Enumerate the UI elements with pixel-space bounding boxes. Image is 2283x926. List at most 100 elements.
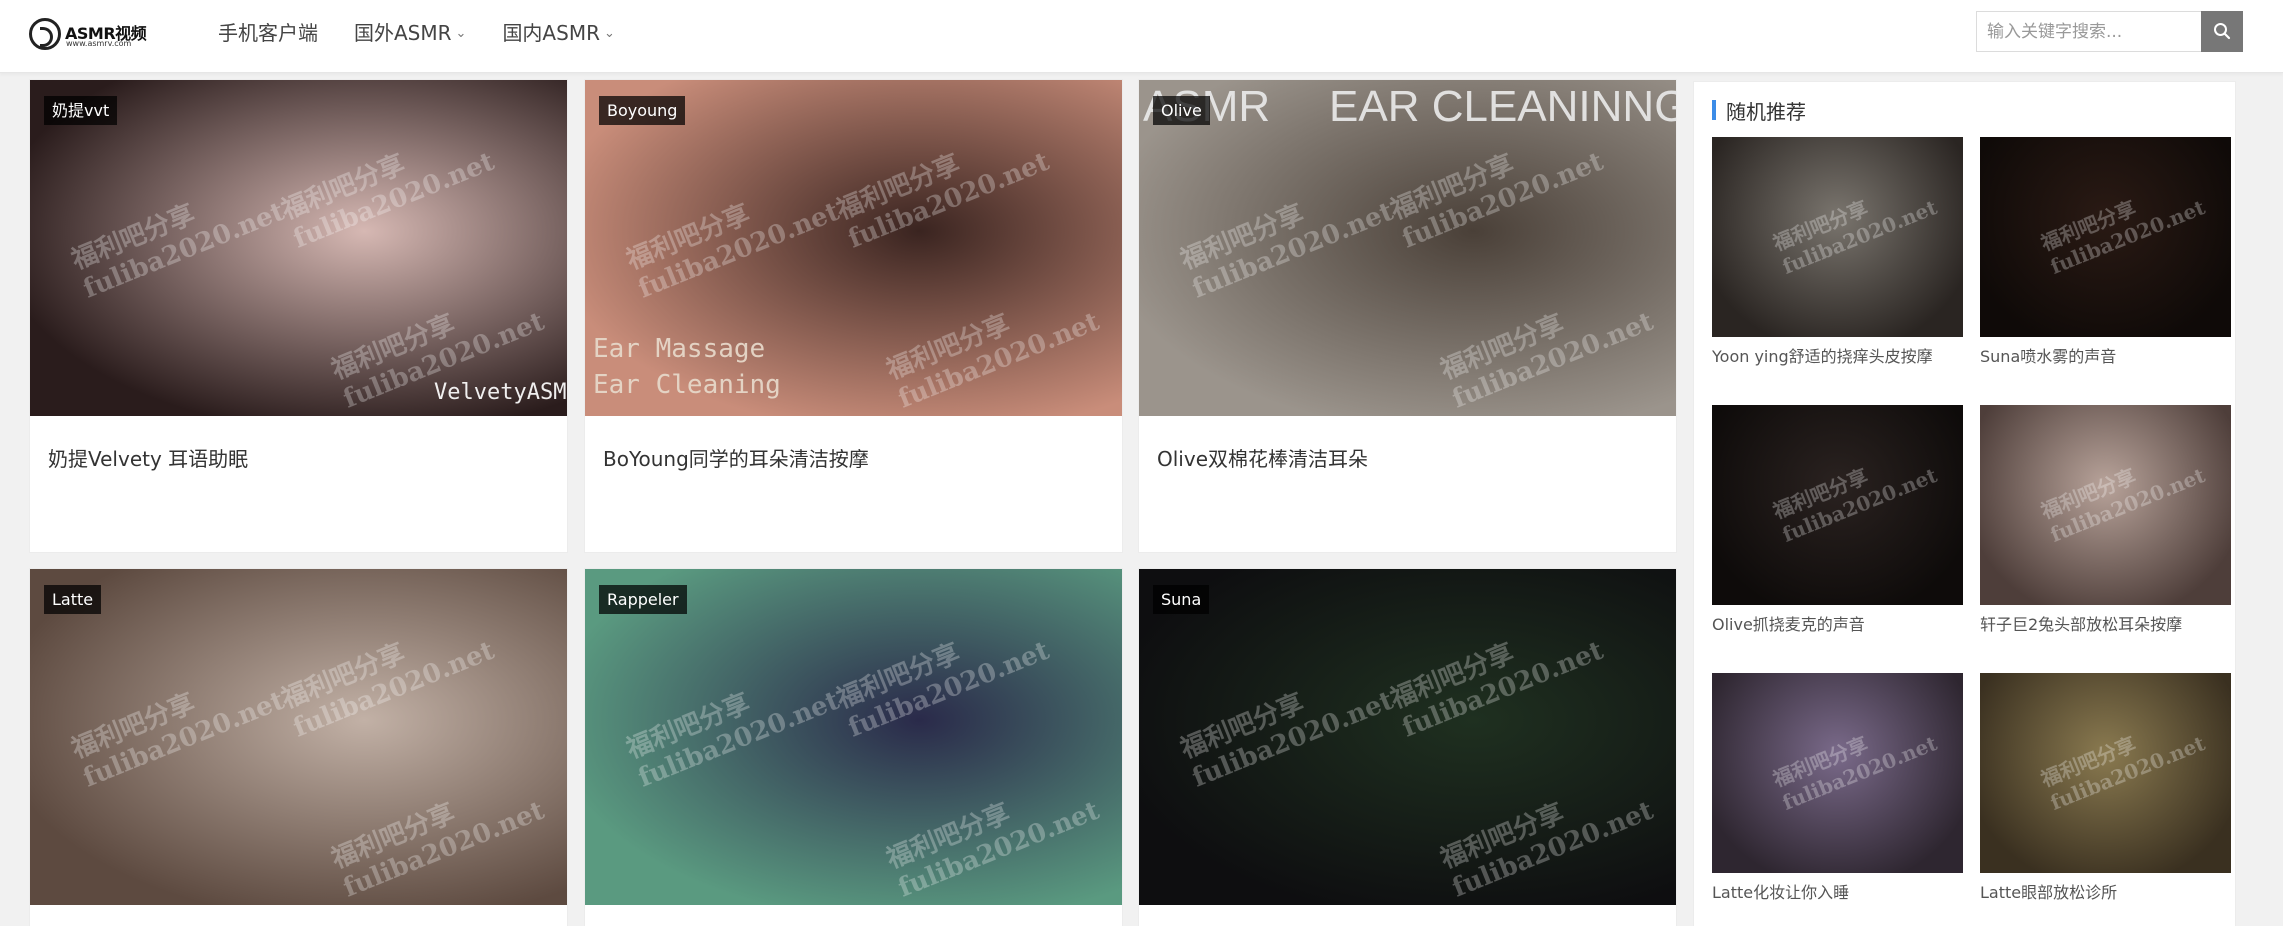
recommend-item[interactable]: 福利吧分享 fuliba2020.net Latte眼部放松诊所 — [1980, 673, 2231, 913]
post-title[interactable]: BoYoung同学的耳朵清洁按摩 — [603, 443, 869, 472]
watermark-line: fuliba2020.net — [1778, 731, 1941, 815]
recommend-item[interactable]: 福利吧分享 fuliba2020.net Yoon ying舒适的挠痒头皮按摩 — [1712, 137, 1963, 377]
recommend-item[interactable]: 福利吧分享 fuliba2020.net Suna喷水雾的声音 — [1980, 137, 2231, 377]
nav-foreign-asmr[interactable]: 国外ASMR ⌄ — [354, 17, 466, 46]
site-logo[interactable]: ASMR视频 www.asmrv.com — [29, 16, 149, 56]
post-card[interactable]: 福利吧分享 fuliba2020.net 福利吧分享 fuliba2020.net 福利… — [29, 568, 568, 926]
category-tag[interactable]: Suna — [1153, 585, 1210, 614]
main-nav: 手机客户端 国外ASMR ⌄ 国内ASMR ⌄ — [218, 0, 651, 63]
watermark-line: 福利吧分享 — [327, 309, 460, 386]
logo-icon — [29, 18, 61, 50]
category-tag[interactable]: Olive — [1153, 96, 1210, 125]
watermark-line: fuliba2020.net — [1398, 146, 1608, 255]
watermark-line: fuliba2020.net — [289, 146, 499, 255]
recommend-item[interactable]: 福利吧分享 fuliba2020.net Latte化妆让你入睡 — [1712, 673, 1963, 913]
watermark-text: 福利吧分享 fuliba2020.net — [1174, 162, 1397, 305]
watermark-text: 福利吧分享 fuliba2020.net — [1174, 651, 1398, 794]
watermark-text: 福利吧分享 fuliba2020.net — [880, 761, 1103, 904]
watermark-line: 福利吧分享 — [622, 688, 755, 765]
category-tag[interactable]: 奶提vvt — [44, 96, 118, 125]
watermark-line: 福利吧分享 — [1386, 638, 1519, 715]
watermark-line: fuliba2020.net — [289, 635, 499, 744]
category-tag[interactable]: Rappeler — [599, 585, 687, 614]
recommend-item[interactable]: 福利吧分享 fuliba2020.net Olive抓挠麦克的声音 — [1712, 405, 1963, 645]
watermark-line: fuliba2020.net — [844, 635, 1054, 744]
post-thumbnail[interactable]: 福利吧分享 fuliba2020.net 福利吧分享 fuliba2020.net 福利… — [30, 569, 567, 905]
post-title[interactable]: Olive双棉花棒清洁耳朵 — [1157, 443, 1368, 472]
watermark-text: 福利吧分享 fuliba2020.net — [880, 272, 1103, 415]
recommend-thumbnail[interactable]: 福利吧分享 fuliba2020.net — [1712, 405, 1963, 605]
watermark-line: fuliba2020.net — [634, 196, 844, 305]
post-card[interactable]: 福利吧分享 fuliba2020.net 福利吧分享 fuliba2020.net 福利… — [584, 568, 1123, 926]
recommend-title[interactable]: Olive抓挠麦克的声音 — [1712, 611, 1865, 635]
search-button[interactable] — [2201, 11, 2243, 52]
watermark-line: fuliba2020.net — [1448, 795, 1658, 904]
logo-subtitle: www.asmrv.com — [66, 39, 132, 48]
watermark-line: fuliba2020.net — [79, 196, 289, 305]
watermark-line: 福利吧分享 — [67, 688, 200, 765]
recommend-thumbnail[interactable]: 福利吧分享 fuliba2020.net — [1980, 673, 2231, 873]
post-card[interactable]: Ear Massage Ear Cleaning 福利吧分享 fuliba2020.n… — [584, 79, 1123, 553]
watermark-line: 福利吧分享 — [277, 638, 410, 715]
post-thumbnail[interactable]: 福利吧分享 fuliba2020.net 福利吧分享 fuliba2020.net 福利… — [585, 569, 1122, 905]
watermark-line: fuliba2020.net — [844, 146, 1054, 255]
recommend-thumbnail[interactable]: 福利吧分享 fuliba2020.net — [1712, 137, 1963, 337]
watermark-text: 福利吧分享 fuliba2020.net — [1768, 168, 1941, 279]
watermark-line: 福利吧分享 — [882, 309, 1015, 386]
post-thumbnail[interactable]: Ear Massage Ear Cleaning 福利吧分享 fuliba2020.n… — [585, 80, 1122, 416]
watermark-line: 福利吧分享 — [2037, 731, 2140, 792]
watermark-text: 福利吧分享 fuliba2020.net — [830, 112, 1054, 255]
recommend-title[interactable]: Latte眼部放松诊所 — [1980, 879, 2117, 903]
watermark-text: 福利吧分享 fuliba2020.net — [1768, 436, 1941, 547]
nav-domestic-asmr[interactable]: 国内ASMR ⌄ — [502, 17, 614, 46]
watermark-line: fuliba2020.net — [634, 685, 844, 794]
thumbnail-caption: EAR CLEANINNG — [1329, 82, 1677, 131]
nav-label: 手机客户端 — [218, 21, 318, 45]
nav-mobile-client[interactable]: 手机客户端 — [218, 17, 318, 46]
watermark-text: 福利吧分享 fuliba2020.net — [620, 162, 844, 305]
watermark-line: fuliba2020.net — [1188, 685, 1398, 794]
recommend-thumbnail[interactable]: 福利吧分享 fuliba2020.net — [1980, 405, 2231, 605]
watermark-line: 福利吧分享 — [2037, 463, 2140, 524]
post-thumbnail[interactable]: 福利吧分享 fuliba2020.net 福利吧分享 fuliba2020.net 福利… — [1139, 569, 1676, 905]
watermark-line: 福利吧分享 — [277, 149, 410, 226]
recommend-title[interactable]: Suna喷水雾的声音 — [1980, 343, 2116, 367]
nav-label: 国外ASMR — [354, 21, 452, 45]
post-thumbnail[interactable]: ASMREAR CLEANINNG福利吧分享fuliba2020.net福利吧分… — [1139, 80, 1677, 416]
watermark-line: fuliba2020.net — [1398, 635, 1608, 744]
post-card[interactable]: VelvetyASM 福利吧分享 fuliba2020.net 福利吧分享 fuliba… — [29, 79, 568, 553]
watermark-line: fuliba2020.net — [1778, 195, 1941, 279]
watermark-text: 福利吧分享 fuliba2020.net — [65, 651, 288, 794]
watermark-line: 福利吧分享 — [1176, 199, 1309, 276]
post-card[interactable]: ASMREAR CLEANINNG福利吧分享fuliba2020.net福利吧分… — [1138, 79, 1677, 553]
watermark-line: 福利吧分享 — [882, 798, 1015, 875]
random-recommend-panel: 随机推荐 福利吧分享 fuliba2020.net Yoon ying舒适的挠痒头皮… — [1693, 81, 2236, 926]
watermark-line: 福利吧分享 — [1769, 195, 1872, 256]
site-header: ASMR视频 www.asmrv.com 手机客户端 国外ASMR ⌄ 国内AS… — [0, 0, 2283, 73]
watermark-text: 福利吧分享 fuliba2020.net — [1434, 272, 1657, 415]
watermark-text: 福利吧分享 fuliba2020.net — [830, 601, 1054, 744]
watermark-text: 福利吧分享 fuliba2020.net — [2036, 168, 2209, 279]
post-title[interactable]: 奶提Velvety 耳语助眠 — [48, 443, 248, 472]
watermark-line: fuliba2020.net — [1778, 463, 1941, 547]
watermark-line: fuliba2020.net — [339, 795, 549, 904]
category-tag[interactable]: Latte — [44, 585, 102, 614]
category-tag[interactable]: Boyoung — [599, 96, 686, 125]
recommend-title[interactable]: 轩子巨2兔头部放松耳朵按摩 — [1980, 611, 2182, 635]
watermark-line: fuliba2020.net — [2046, 463, 2209, 547]
search-input[interactable] — [1976, 11, 2202, 52]
watermark-text: 福利吧分享 fuliba2020.net — [275, 601, 499, 744]
recommend-title[interactable]: Yoon ying舒适的挠痒头皮按摩 — [1712, 343, 1933, 367]
post-thumbnail[interactable]: VelvetyASM 福利吧分享 fuliba2020.net 福利吧分享 fuliba… — [30, 80, 567, 416]
watermark-line: fuliba2020.net — [2046, 195, 2209, 279]
recommend-thumbnail[interactable]: 福利吧分享 fuliba2020.net — [1980, 137, 2231, 337]
chevron-down-icon: ⌄ — [603, 25, 615, 41]
post-card[interactable]: 福利吧分享 fuliba2020.net 福利吧分享 fuliba2020.net 福利… — [1138, 568, 1677, 926]
thumbnail-caption: Ear Massage — [593, 334, 766, 364]
recommend-item[interactable]: 福利吧分享 fuliba2020.net 轩子巨2兔头部放松耳朵按摩 — [1980, 405, 2231, 645]
watermark-text: 福利吧分享 fuliba2020.net — [325, 761, 549, 904]
recommend-thumbnail[interactable]: 福利吧分享 fuliba2020.net — [1712, 673, 1963, 873]
recommend-title[interactable]: Latte化妆让你入睡 — [1712, 879, 1849, 903]
watermark-line: 福利吧分享 — [1176, 688, 1309, 765]
watermark-text: 福利吧分享 fuliba2020.net — [1768, 704, 1941, 815]
